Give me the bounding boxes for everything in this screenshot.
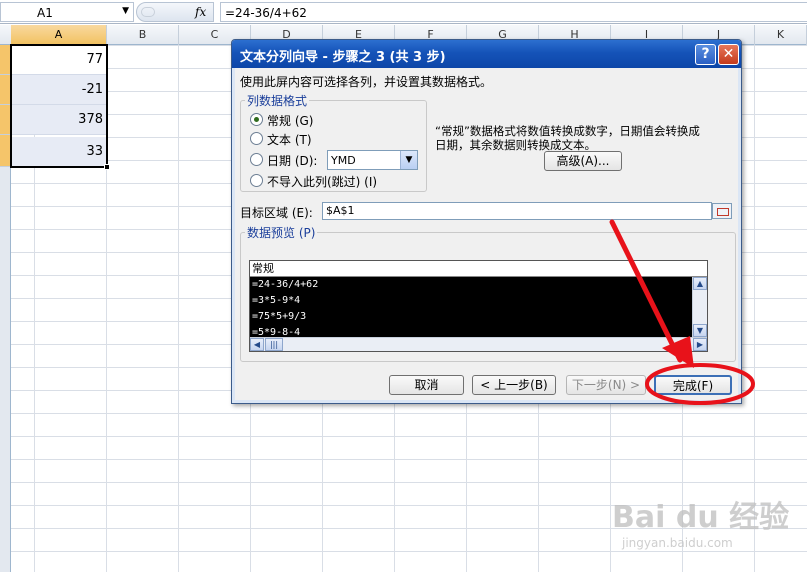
preview-row: =3*5-9*4 bbox=[252, 295, 301, 306]
watermark-site: jingyan.baidu.com bbox=[622, 536, 733, 550]
scroll-right-icon[interactable]: ▶ bbox=[693, 338, 707, 351]
formula-resize-icon[interactable] bbox=[141, 7, 155, 17]
cell-a3[interactable]: 378 bbox=[11, 105, 107, 135]
formula-text: =24-36/4+62 bbox=[225, 6, 307, 20]
date-format-select[interactable]: YMD ▼ bbox=[327, 150, 418, 170]
preview-row: =5*9-8-4 bbox=[252, 327, 301, 337]
preview-title: 数据预览 (P) bbox=[245, 224, 318, 241]
preview-row: =75*5+9/3 bbox=[252, 311, 307, 322]
help-button[interactable]: ? bbox=[695, 44, 716, 65]
row-header[interactable] bbox=[0, 75, 11, 105]
name-box[interactable]: A1 ▼ bbox=[0, 2, 134, 22]
radio-general[interactable] bbox=[250, 113, 263, 126]
preview-row: =24-36/4+62 bbox=[252, 279, 319, 290]
date-format-value: YMD bbox=[331, 154, 356, 167]
data-preview[interactable]: 常规 =24-36/4+62 =3*5-9*4 =75*5+9/3 =5*9-8… bbox=[249, 260, 708, 352]
name-box-value: A1 bbox=[37, 6, 53, 20]
scroll-up-icon[interactable]: ▲ bbox=[693, 277, 707, 290]
radio-date[interactable] bbox=[250, 153, 263, 166]
chevron-down-icon[interactable]: ▼ bbox=[400, 151, 417, 169]
insert-function-icon[interactable]: fx bbox=[195, 5, 206, 19]
collapse-dialog-icon[interactable] bbox=[712, 203, 732, 219]
row-header[interactable] bbox=[0, 135, 11, 167]
radio-general-label[interactable]: 常规 (G) bbox=[267, 112, 313, 129]
watermark-logo: Bai du 经验 bbox=[612, 500, 790, 535]
instruction-text: 使用此屏内容可选择各列，并设置其数据格式。 bbox=[240, 75, 493, 89]
dialog-title: 文本分列向导 - 步骤之 3 (共 3 步) bbox=[240, 50, 446, 65]
text-to-columns-dialog: 文本分列向导 - 步骤之 3 (共 3 步) ? ✕ 使用此屏内容可选择各列，并… bbox=[231, 39, 742, 404]
column-header-a[interactable]: A bbox=[11, 25, 107, 45]
cell-a2[interactable]: -21 bbox=[11, 75, 107, 105]
preview-horizontal-scrollbar[interactable]: ◀ ||| ▶ bbox=[250, 337, 707, 351]
finish-button[interactable]: 完成(F) bbox=[654, 375, 732, 395]
preview-body: =24-36/4+62 =3*5-9*4 =75*5+9/3 =5*9-8-4 bbox=[250, 277, 707, 337]
advanced-button[interactable]: 高级(A)... bbox=[544, 151, 622, 171]
back-button[interactable]: < 上一步(B) bbox=[472, 375, 556, 395]
destination-label: 目标区域 (E): bbox=[240, 206, 313, 220]
radio-skip[interactable] bbox=[250, 174, 263, 187]
close-button[interactable]: ✕ bbox=[718, 44, 739, 65]
dialog-title-bar[interactable]: 文本分列向导 - 步骤之 3 (共 3 步) ? ✕ bbox=[232, 40, 741, 68]
column-header-b[interactable]: B bbox=[107, 25, 179, 45]
scroll-thumb[interactable]: ||| bbox=[265, 338, 283, 351]
row-headers bbox=[0, 45, 11, 572]
radio-date-label[interactable]: 日期 (D): bbox=[267, 152, 317, 169]
column-header-k[interactable]: K bbox=[755, 25, 807, 45]
row-header[interactable] bbox=[0, 105, 11, 135]
scroll-down-icon[interactable]: ▼ bbox=[693, 324, 707, 337]
row-header[interactable] bbox=[0, 45, 11, 75]
radio-skip-label[interactable]: 不导入此列(跳过) (I) bbox=[267, 173, 377, 190]
radio-text[interactable] bbox=[250, 132, 263, 145]
formula-input[interactable]: =24-36/4+62 bbox=[220, 2, 807, 22]
formula-buttons: fx bbox=[136, 2, 214, 22]
chevron-down-icon[interactable]: ▼ bbox=[122, 6, 129, 16]
formula-bar: A1 ▼ fx =24-36/4+62 bbox=[0, 0, 807, 24]
cell-a1[interactable]: 77 bbox=[11, 45, 107, 75]
cell-a4[interactable]: 33 bbox=[11, 137, 107, 167]
format-group-title: 列数据格式 bbox=[245, 92, 310, 109]
preview-vertical-scrollbar[interactable]: ▲ ▼ bbox=[692, 277, 707, 337]
scroll-left-icon[interactable]: ◀ bbox=[250, 338, 264, 351]
next-button[interactable]: 下一步(N) > bbox=[566, 375, 646, 395]
cancel-button[interactable]: 取消 bbox=[389, 375, 464, 395]
radio-text-label[interactable]: 文本 (T) bbox=[267, 131, 312, 148]
preview-column-header[interactable]: 常规 bbox=[250, 261, 707, 277]
destination-input[interactable]: $A$1 bbox=[322, 202, 712, 220]
dialog-body: 使用此屏内容可选择各列，并设置其数据格式。 列数据格式 常规 (G) 文本 (T… bbox=[235, 68, 738, 400]
